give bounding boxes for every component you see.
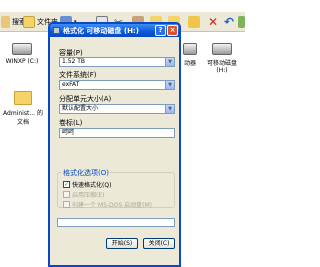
search-icon: [1, 16, 10, 28]
delete-button[interactable]: ✕: [208, 15, 218, 29]
help-button[interactable]: ?: [155, 25, 166, 36]
msdos-checkbox: [63, 201, 70, 208]
volume-label-input[interactable]: 呵呵: [59, 128, 175, 138]
capacity-select[interactable]: 1.52 TB ▼: [59, 57, 175, 67]
close-button[interactable]: 关闭(C): [143, 238, 175, 249]
removable-drive-icon: [183, 43, 197, 55]
removable-drive-icon: [212, 43, 232, 55]
msdos-option: 创建一个 MS-DOS 启动盘(M): [63, 200, 152, 209]
chevron-down-icon: ▼: [165, 105, 174, 113]
user-documents[interactable]: Administ... 的文档: [3, 91, 43, 126]
drive-icon: [53, 27, 60, 34]
quick-format-option[interactable]: ✓ 快速格式化(Q): [63, 180, 111, 189]
start-button[interactable]: 开始(S): [106, 238, 138, 249]
removable-drive-h[interactable]: 可移动磁盘 (H:): [202, 43, 242, 74]
undo-button[interactable]: ↶: [224, 15, 234, 29]
removable-drive-1[interactable]: 动器: [178, 43, 202, 67]
filesystem-value: exFAT: [62, 81, 80, 88]
undo-icon: ↶: [224, 15, 235, 29]
copy-folder-button[interactable]: [188, 15, 200, 29]
hard-drive-icon: [12, 43, 32, 55]
drive-c[interactable]: WINXP (C:): [2, 43, 42, 65]
allocation-value: 默认配置大小: [62, 105, 99, 112]
dialog-title: 格式化 可移动磁盘 (H:): [63, 27, 139, 35]
allocation-label: 分配单元大小(A): [59, 95, 112, 103]
folder-icon: [14, 91, 32, 105]
volume-label: 卷标(L): [59, 119, 83, 127]
compression-option: 启用压缩(E): [63, 190, 104, 199]
filesystem-label: 文件系统(F): [59, 71, 97, 79]
msdos-label: 创建一个 MS-DOS 启动盘(M): [72, 202, 152, 209]
properties-button[interactable]: [238, 15, 245, 29]
chevron-down-icon: ▼: [165, 81, 174, 89]
format-options-title: 格式化选项(O): [62, 168, 110, 178]
folder-icon: [23, 16, 35, 28]
delete-icon: ✕: [208, 15, 219, 29]
properties-icon: [238, 16, 245, 28]
dialog-titlebar[interactable]: 格式化 可移动磁盘 (H:) ? ×: [50, 24, 179, 37]
filesystem-select[interactable]: exFAT ▼: [59, 80, 175, 90]
volume-label-value: 呵呵: [62, 129, 75, 136]
compression-checkbox: [63, 191, 70, 198]
quick-format-checkbox[interactable]: ✓: [63, 181, 70, 188]
chevron-down-icon: ▼: [165, 58, 174, 66]
allocation-select[interactable]: 默认配置大小 ▼: [59, 104, 175, 114]
folder-copy-icon: [188, 16, 200, 28]
compression-label: 启用压缩(E): [72, 192, 105, 199]
close-window-button[interactable]: ×: [167, 25, 178, 36]
format-dialog: 格式化 可移动磁盘 (H:) ? × 容量(P) 1.52 TB ▼ 文件系统(…: [48, 22, 181, 267]
format-progress-bar: [57, 218, 175, 227]
quick-format-label: 快速格式化(Q): [72, 182, 112, 189]
capacity-value: 1.52 TB: [62, 58, 86, 65]
